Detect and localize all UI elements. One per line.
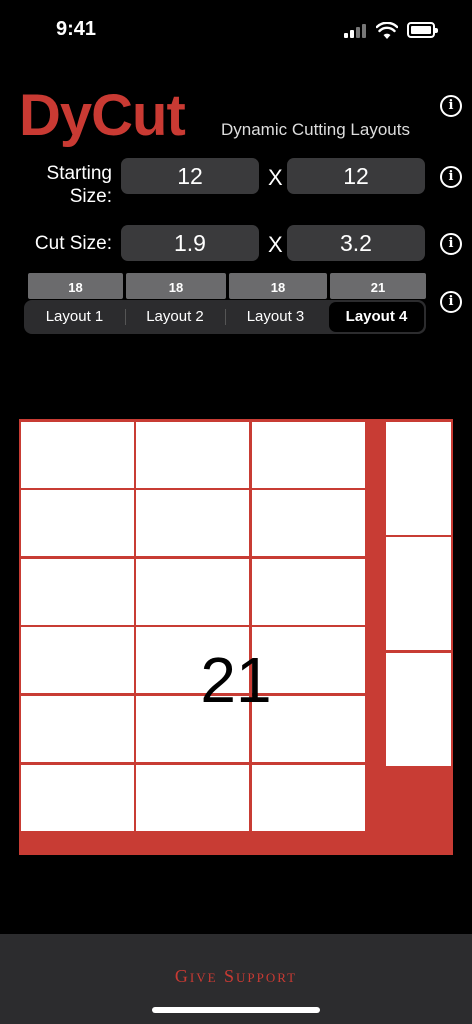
cut-height-field[interactable]: 3.2 <box>287 225 425 261</box>
layout-2-count: 18 <box>126 273 226 299</box>
give-support-button[interactable]: Give Support <box>0 966 472 987</box>
layout-1-count: 18 <box>28 273 123 299</box>
app-logo: DyCut <box>19 83 186 148</box>
layout-segmented-control: Layout 1 Layout 2 Layout 3 Layout 4 <box>24 300 426 334</box>
tab-layout-2[interactable]: Layout 2 <box>125 300 225 334</box>
battery-icon <box>407 22 438 38</box>
cut-piece <box>21 422 134 488</box>
status-time: 9:41 <box>56 18 97 40</box>
cut-piece <box>136 765 249 831</box>
starting-height-field[interactable]: 12 <box>287 158 425 194</box>
piece-count: 21 <box>200 644 272 716</box>
cut-piece <box>21 765 134 831</box>
cut-piece <box>21 490 134 556</box>
cut-width-field[interactable]: 1.9 <box>121 225 259 261</box>
cut-size-label: Cut Size: <box>34 233 112 254</box>
layout-counts: 18 18 18 21 <box>28 273 426 299</box>
layout-selector: 18 18 18 21 Layout 1 Layout 2 Layout 3 L… <box>24 273 426 334</box>
cut-piece <box>21 559 134 625</box>
app-subtitle: Dynamic Cutting Layouts <box>221 120 410 139</box>
tab-layout-4[interactable]: Layout 4 <box>329 302 424 332</box>
cut-piece <box>136 422 249 488</box>
info-icon[interactable]: i <box>440 95 462 117</box>
starting-size-label: Starting Size: <box>46 163 112 207</box>
starting-size-separator: X <box>268 165 283 190</box>
cut-piece <box>252 765 365 831</box>
cellular-signal-icon <box>344 24 366 38</box>
cut-piece <box>136 490 249 556</box>
starting-width-field[interactable]: 12 <box>121 158 259 194</box>
wifi-icon <box>376 22 398 39</box>
home-indicator <box>152 1007 320 1013</box>
cut-piece <box>252 422 365 488</box>
cut-piece <box>136 559 249 625</box>
info-icon[interactable]: i <box>440 233 462 255</box>
info-icon[interactable]: i <box>440 291 462 313</box>
info-icon[interactable]: i <box>440 166 462 188</box>
cut-piece <box>252 559 365 625</box>
cut-piece <box>386 537 451 650</box>
cut-size-separator: X <box>268 232 283 257</box>
layout-3-count: 18 <box>229 273 327 299</box>
tab-layout-3[interactable]: Layout 3 <box>225 300 326 334</box>
cut-piece <box>252 490 365 556</box>
cutting-layout-board <box>19 419 453 855</box>
cut-piece <box>386 422 451 535</box>
tab-layout-1[interactable]: Layout 1 <box>24 300 125 334</box>
layout-4-count: 21 <box>330 273 426 299</box>
